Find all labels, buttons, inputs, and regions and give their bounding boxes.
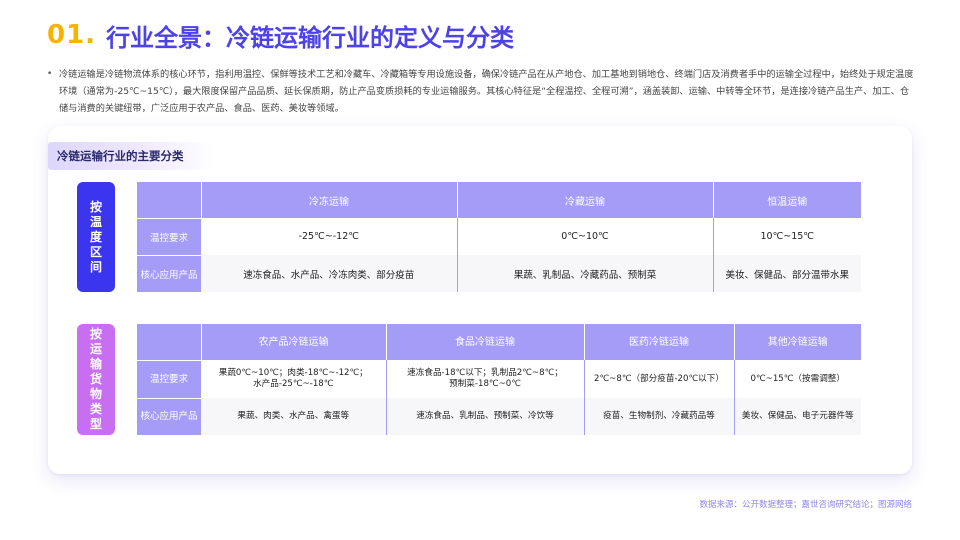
title-text: 行业全景：冷链运输行业的定义与分类: [106, 23, 515, 52]
temperature-table: 冷冻运输 冷藏运输 恒温运输 温控要求 -25℃~-12℃ 0℃~10℃ 10℃…: [137, 182, 861, 292]
table-cell: 果蔬、肉类、水产品、禽蛋等: [201, 398, 387, 435]
table-cell: 0℃~10℃: [457, 218, 714, 255]
cell-line: 2℃~8℃（部分疫苗-20℃以下）: [594, 373, 724, 384]
cell-line: 美妆、保健品、电子元器件等: [741, 411, 854, 421]
table-cell: 0℃~15℃（按需调整）: [734, 360, 861, 398]
cell-line: 疫苗、生物制剂、冷藏药品等: [603, 411, 715, 421]
column-header: 农产品冷链运输: [200, 324, 386, 360]
column-header: 食品冷链运输: [385, 324, 584, 360]
column-header: 冷冻运输: [200, 182, 457, 218]
cell-line: 0℃~15℃（按需调整）: [750, 373, 845, 384]
cell-line: 水产品-25℃~-18℃: [253, 379, 334, 389]
slide: 01. 行业全景：冷链运输行业的定义与分类 • 冷链运输是冷链物流体系的核心环节…: [0, 0, 960, 540]
cell-line: 果蔬、肉类、水产品、禽蛋等: [237, 411, 350, 421]
row-header: 温控要求: [137, 217, 201, 255]
group-label-char: 输: [89, 357, 102, 371]
group-label-goods-type: 按 运 输 货 物 类 型: [77, 324, 115, 435]
cell-line: 预制菜-18℃~0℃: [449, 379, 521, 389]
table-cell: 10℃~15℃: [713, 218, 861, 255]
intro-text: 冷链运输是冷链物流体系的核心环节，指利用温控、保鲜等技术工艺和冷藏车、冷藏箱等专…: [59, 69, 914, 114]
section-title: 冷链运输行业的主要分类: [48, 142, 216, 170]
group-label-char: 温: [89, 214, 102, 229]
table-cell: 2℃~8℃（部分疫苗-20℃以下）: [584, 360, 735, 398]
page-title: 01. 行业全景：冷链运输行业的定义与分类: [47, 18, 514, 52]
table-cell: 果蔬0℃~10℃；肉类-18℃~-12℃； 水产品-25℃~-18℃: [201, 360, 387, 398]
goods-type-table: 农产品冷链运输 食品冷链运输 医药冷链运输 其他冷链运输 温控要求 果蔬0℃~1…: [137, 324, 861, 435]
row-header: 核心应用产品: [137, 397, 201, 435]
table-cell: -25℃~-12℃: [201, 218, 458, 255]
intro-paragraph: • 冷链运输是冷链物流体系的核心环节，指利用温控、保鲜等技术工艺和冷藏车、冷藏箱…: [47, 66, 917, 117]
title-number: 01.: [47, 20, 97, 50]
table-cell: 美妆、保健品、部分温带水果: [713, 255, 861, 292]
column-header: 医药冷链运输: [583, 324, 734, 360]
table-cell: 疫苗、生物制剂、冷藏药品等: [584, 398, 735, 435]
table-cell: 速冻食品-18℃以下；乳制品2℃~8℃； 预制菜-18℃~0℃: [386, 360, 585, 398]
column-header: 其他冷链运输: [733, 324, 861, 360]
bullet-icon: •: [47, 69, 53, 79]
group-label-char: 按: [89, 327, 102, 341]
group-label-char: 按: [89, 199, 102, 214]
cell-line: 速冻食品、乳制品、预制菜、冷饮等: [416, 411, 554, 421]
table-cell: 速冻食品、水产品、冷冻肉类、部分疫苗: [201, 255, 458, 292]
table-cell: 速冻食品、乳制品、预制菜、冷饮等: [386, 398, 585, 435]
table-cell: 果蔬、乳制品、冷藏药品、预制菜: [457, 255, 714, 292]
table-corner: [137, 324, 201, 360]
group-label-char: 货: [89, 372, 102, 386]
group-label-char: 运: [89, 342, 102, 356]
column-header: 恒温运输: [712, 182, 861, 218]
group-label-char: 度: [89, 229, 102, 244]
column-header: 冷藏运输: [456, 182, 713, 218]
group-label-char: 区: [89, 244, 102, 259]
cell-line: 速冻食品-18℃以下；乳制品2℃~8℃；: [407, 368, 563, 378]
row-header: 温控要求: [137, 359, 201, 398]
data-source-note: 数据来源：公开数据整理；嘉世咨询研究结论；图源网络: [699, 500, 912, 510]
table-cell: 美妆、保健品、电子元器件等: [734, 398, 861, 435]
group-label-char: 间: [89, 259, 102, 274]
group-label-char: 物: [89, 387, 102, 401]
row-header: 核心应用产品: [137, 254, 201, 292]
group-label-char: 型: [89, 417, 102, 431]
group-label-char: 类: [89, 402, 102, 416]
table-corner: [137, 182, 201, 218]
cell-line: 果蔬0℃~10℃；肉类-18℃~-12℃；: [218, 368, 368, 378]
group-label-temperature: 按 温 度 区 间: [77, 182, 115, 292]
